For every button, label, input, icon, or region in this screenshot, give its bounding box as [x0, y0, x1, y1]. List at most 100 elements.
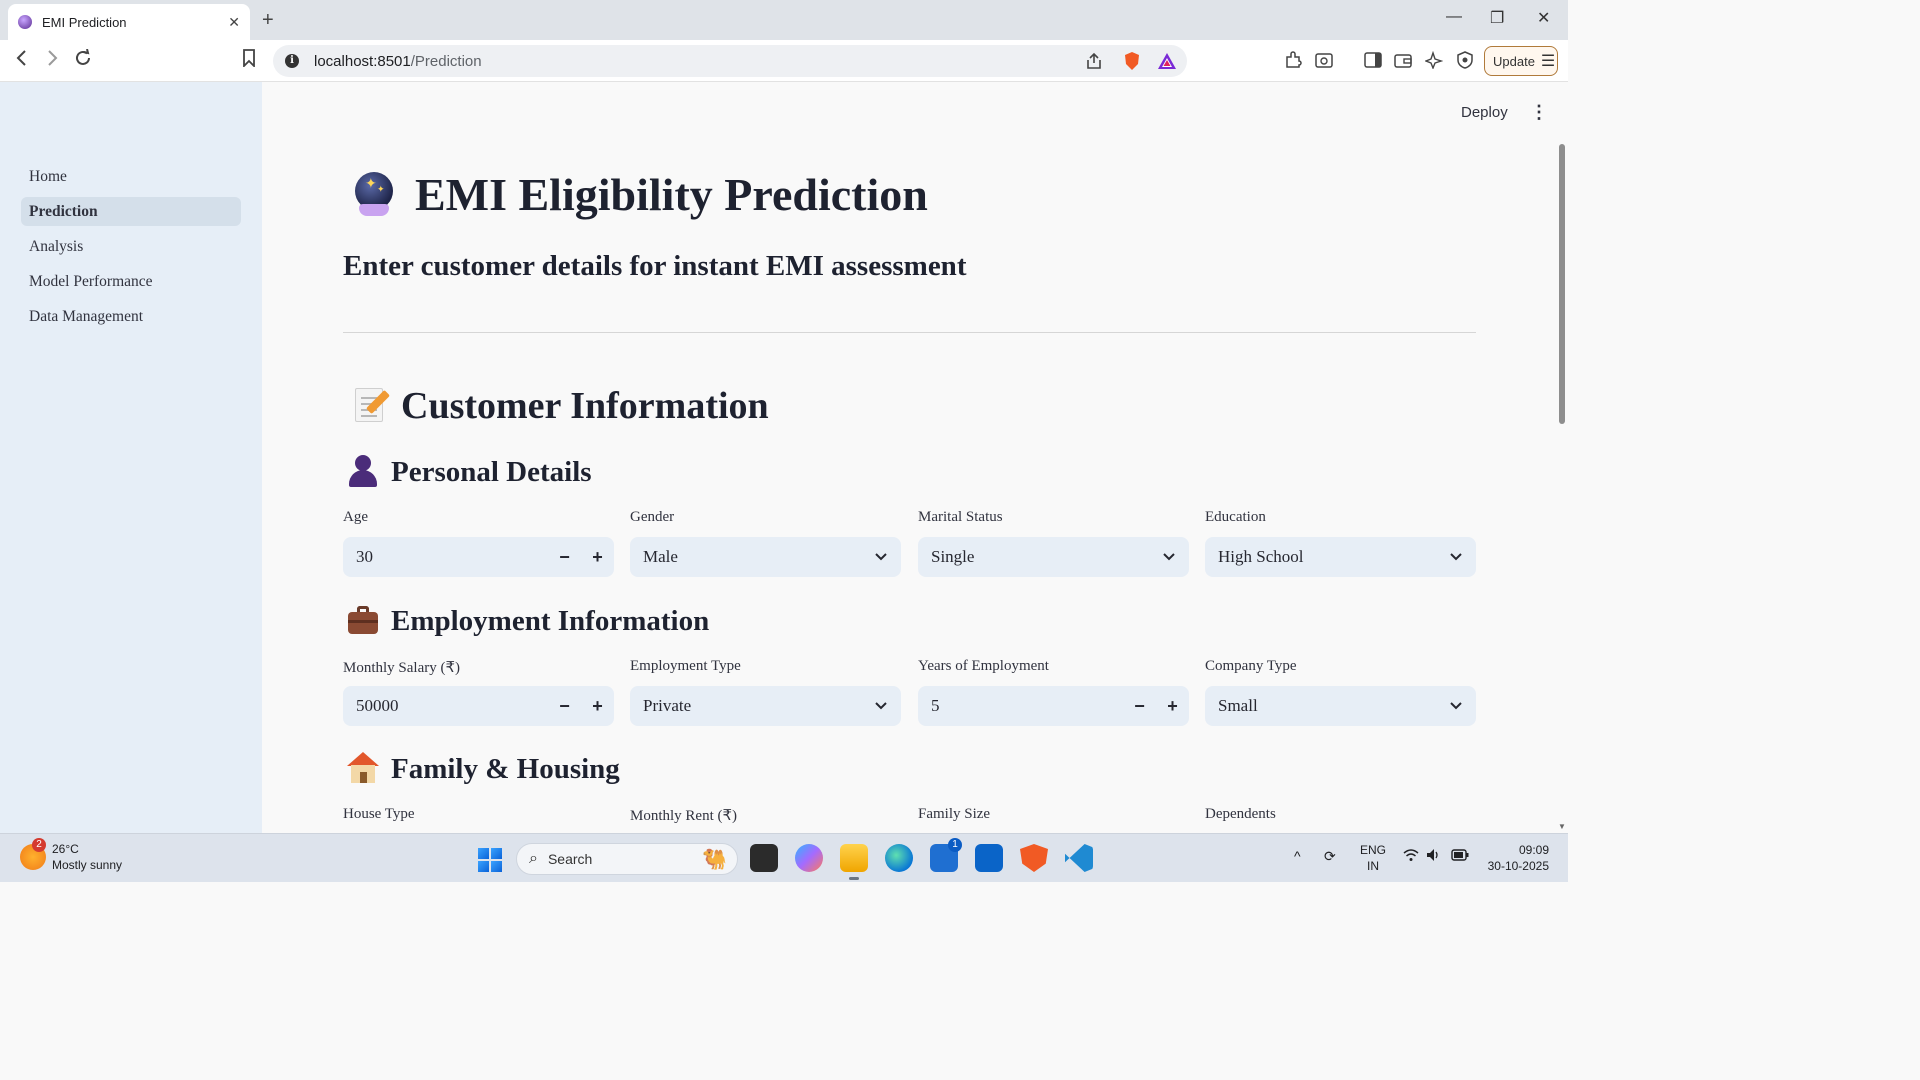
leo-ai-icon[interactable]	[1424, 50, 1444, 74]
company-type-label: Company Type	[1205, 658, 1297, 674]
restore-icon[interactable]: ❐	[1490, 8, 1504, 28]
address-bar[interactable]: i localhost:8501/Prediction	[273, 45, 1187, 77]
minimize-icon[interactable]: —	[1446, 8, 1462, 26]
file-explorer-icon[interactable]	[840, 844, 868, 880]
edge-icon[interactable]	[885, 844, 913, 872]
notification-badge: 2	[32, 838, 46, 852]
employment-type-label: Employment Type	[630, 658, 741, 674]
volume-icon[interactable]	[1426, 848, 1442, 865]
extensions-icon[interactable]	[1284, 51, 1302, 74]
copilot-icon[interactable]	[795, 844, 823, 872]
weather-widget[interactable]: 2 26°C Mostly sunny	[20, 838, 123, 873]
monthly-salary-label: Monthly Salary (₹)	[343, 660, 461, 676]
house-type-label: House Type	[343, 806, 415, 822]
years-of-employment-label: Years of Employment	[918, 658, 1049, 674]
age-decrement-button[interactable]: −	[548, 547, 581, 568]
briefcase-icon	[347, 604, 379, 638]
education-select[interactable]: High School	[1205, 537, 1476, 577]
years-increment-button[interactable]: +	[1156, 696, 1189, 717]
marital-status-select[interactable]: Single	[918, 537, 1189, 577]
browser-tab[interactable]: EMI Prediction ✕	[8, 4, 250, 40]
house-icon	[347, 752, 379, 786]
marital-status-label: Marital Status	[918, 509, 1003, 525]
sidebar-item-data-management[interactable]: Data Management	[21, 302, 241, 331]
page-subtitle: Enter customer details for instant EMI a…	[343, 250, 967, 282]
gender-select[interactable]: Male	[630, 537, 901, 577]
person-icon	[347, 455, 379, 489]
outlook-icon[interactable]	[975, 844, 1003, 872]
new-tab-button[interactable]: +	[262, 9, 274, 32]
task-view-icon[interactable]	[750, 844, 778, 872]
family-size-label: Family Size	[918, 806, 991, 822]
monthly-salary-input[interactable]: 50000 − +	[343, 686, 614, 726]
employment-type-select[interactable]: Private	[630, 686, 901, 726]
weather-desc: Mostly sunny	[52, 858, 123, 872]
scrollbar-thumb[interactable]	[1559, 144, 1565, 424]
tab-close-icon[interactable]: ✕	[228, 14, 240, 31]
deploy-button[interactable]: Deploy	[1461, 104, 1508, 121]
browser-tab-bar: EMI Prediction ✕ + — ❐ ✕	[0, 0, 1568, 40]
sidebar-item-model-performance[interactable]: Model Performance	[21, 267, 241, 296]
weather-temp: 26°C	[52, 842, 79, 856]
os-taskbar: 2 26°C Mostly sunny ⌕ Search 🐫 1 ^ ⟳ ENG…	[0, 833, 1568, 882]
scroll-down-icon[interactable]: ▼	[1558, 822, 1566, 831]
dependents-field: Dependents	[1205, 806, 1476, 828]
monthly-salary-field: Monthly Salary (₹) 50000 − +	[343, 658, 614, 726]
sidebar-item-prediction[interactable]: Prediction	[21, 197, 241, 226]
page-title: ✦ ✦ EMI Eligibility Prediction	[353, 168, 928, 221]
tab-title: EMI Prediction	[42, 14, 127, 30]
chevron-down-icon[interactable]	[861, 547, 901, 567]
marital-status-field: Marital Status Single	[918, 509, 1189, 577]
reload-icon[interactable]	[74, 48, 92, 73]
bookmark-icon[interactable]	[242, 49, 256, 73]
app-menu-icon[interactable]: ⋮	[1530, 102, 1548, 123]
vscode-icon[interactable]	[1065, 844, 1093, 872]
language-indicator[interactable]: ENG IN	[1360, 842, 1386, 874]
company-type-select[interactable]: Small	[1205, 686, 1476, 726]
brave-taskbar-icon[interactable]	[1020, 844, 1048, 872]
sidebar-item-home[interactable]: Home	[21, 162, 241, 191]
chevron-down-icon[interactable]	[1149, 547, 1189, 567]
age-field: Age 30 − +	[343, 509, 614, 577]
age-input[interactable]: 30 − +	[343, 537, 614, 577]
chevron-down-icon[interactable]	[1436, 547, 1476, 567]
window-close-icon[interactable]: ✕	[1537, 8, 1550, 28]
site-info-icon[interactable]: i	[285, 54, 299, 68]
salary-decrement-button[interactable]: −	[548, 696, 581, 717]
family-size-field: Family Size	[918, 806, 1189, 828]
system-clock[interactable]: 09:09 30-10-2025	[1485, 842, 1549, 874]
tab-search-icon[interactable]	[1315, 51, 1333, 74]
search-icon: ⌕	[529, 850, 538, 867]
chevron-down-icon[interactable]	[1436, 696, 1476, 716]
taskbar-search[interactable]: ⌕ Search 🐫	[516, 843, 738, 875]
sidebar-toggle-icon[interactable]	[1364, 51, 1382, 74]
sidebar-item-analysis[interactable]: Analysis	[21, 232, 241, 261]
microsoft-store-icon[interactable]: 1	[930, 838, 962, 872]
crystal-ball-icon: ✦ ✦	[353, 171, 395, 218]
tray-overflow-icon[interactable]: ^	[1294, 848, 1301, 864]
windows-start-icon[interactable]	[478, 848, 502, 872]
share-icon[interactable]	[1085, 45, 1103, 77]
years-of-employment-input[interactable]: 5 − +	[918, 686, 1189, 726]
salary-increment-button[interactable]: +	[581, 696, 614, 717]
brave-rewards-icon[interactable]	[1157, 45, 1177, 77]
house-type-field: House Type	[343, 806, 614, 828]
browser-toolbar: i localhost:8501/Prediction Update ☰	[0, 40, 1568, 82]
search-highlight-icon: 🐫	[702, 849, 727, 871]
sync-icon[interactable]: ⟳	[1324, 848, 1336, 865]
brave-shields-icon[interactable]	[1123, 45, 1141, 77]
back-icon[interactable]	[14, 49, 30, 73]
battery-icon[interactable]	[1451, 848, 1469, 864]
app-sidebar: Home Prediction Analysis Model Performan…	[0, 82, 262, 833]
update-button[interactable]: Update ☰	[1484, 46, 1558, 76]
age-increment-button[interactable]: +	[581, 547, 614, 568]
wallet-icon[interactable]	[1394, 51, 1412, 74]
years-decrement-button[interactable]: −	[1123, 696, 1156, 717]
wifi-icon[interactable]	[1403, 848, 1419, 865]
years-of-employment-field: Years of Employment 5 − +	[918, 658, 1189, 726]
vpn-icon[interactable]	[1456, 51, 1474, 74]
section-heading-customer-information: Customer Information	[351, 384, 769, 428]
chevron-down-icon[interactable]	[861, 696, 901, 716]
forward-icon[interactable]	[44, 49, 60, 73]
monthly-rent-label: Monthly Rent (₹)	[630, 808, 738, 824]
